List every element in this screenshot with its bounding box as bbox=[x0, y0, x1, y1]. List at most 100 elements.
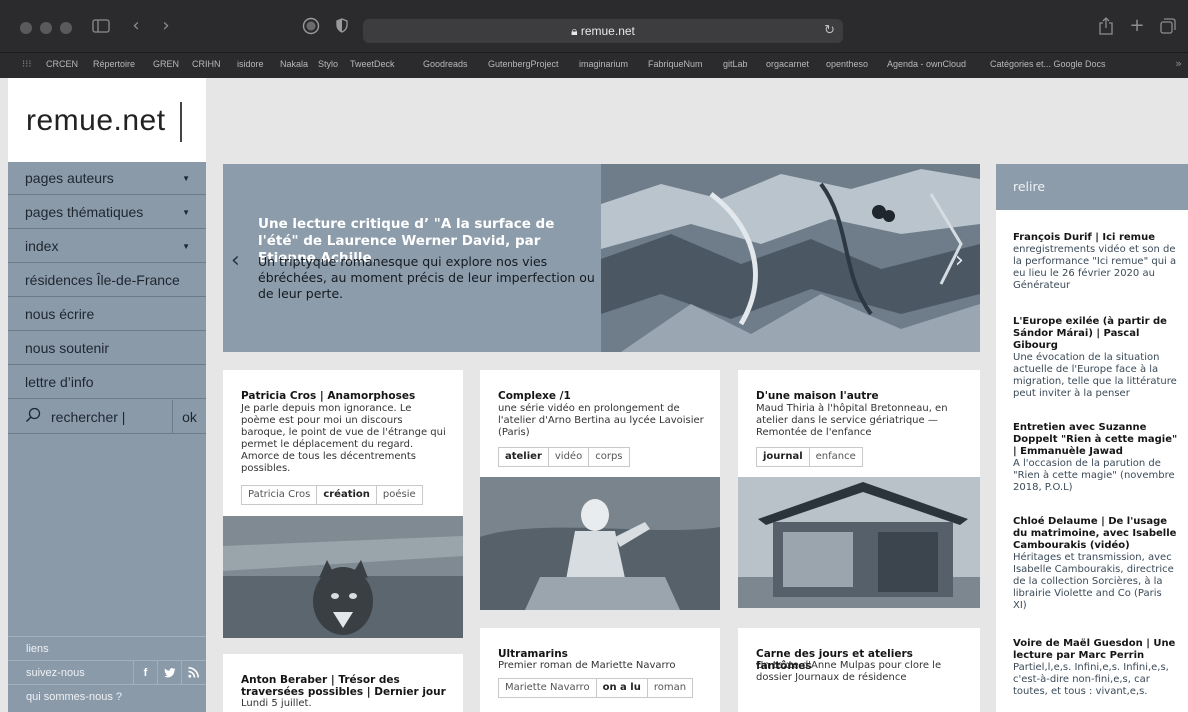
minimize-window-button[interactable] bbox=[40, 22, 52, 34]
nav-label: lettre d’info bbox=[25, 374, 94, 390]
bookmark-item[interactable]: GREN bbox=[153, 59, 179, 69]
search-input[interactable]: rechercher | bbox=[51, 400, 125, 434]
card-description: Un texte d'Anne Mulpas pour clore le dos… bbox=[756, 660, 942, 683]
slider-next-button[interactable]: › bbox=[955, 248, 964, 273]
footer-about[interactable]: qui sommes-nous ? bbox=[8, 684, 206, 708]
relire-item-title[interactable]: Chloé Delaume | De l'usage du matrimoine… bbox=[1013, 516, 1178, 552]
privacy-icon[interactable] bbox=[300, 14, 322, 38]
bookmark-item[interactable]: opentheso bbox=[826, 59, 868, 69]
article-card[interactable]: D'une maison l'autre Maud Thiria à l'hôp… bbox=[738, 370, 980, 608]
relire-item-title[interactable]: L'Europe exilée (à partir de Sándor Mára… bbox=[1013, 316, 1178, 352]
url-label: remue.net bbox=[580, 24, 635, 38]
tag-link[interactable]: journal bbox=[757, 448, 810, 466]
tag-link[interactable]: vidéo bbox=[549, 448, 590, 466]
relire-item[interactable]: François Durif | Ici remue enregistremen… bbox=[1013, 232, 1178, 292]
nav-pages-auteurs[interactable]: pages auteurs ▼ bbox=[8, 162, 206, 195]
article-card[interactable]: Patricia Cros | Anamorphoses Je parle de… bbox=[223, 370, 463, 638]
reload-icon[interactable]: ↻ bbox=[824, 19, 835, 43]
nav-pages-thematiques[interactable]: pages thématiques ▼ bbox=[8, 196, 206, 229]
tabs-icon[interactable] bbox=[1158, 14, 1178, 38]
relire-item[interactable]: Chloé Delaume | De l'usage du matrimoine… bbox=[1013, 516, 1178, 612]
nav-label: nous soutenir bbox=[25, 340, 110, 356]
nav-residences[interactable]: résidences Île-de-France bbox=[8, 264, 206, 297]
new-tab-icon[interactable]: + bbox=[1128, 14, 1146, 38]
bookmark-item[interactable]: gitLab bbox=[723, 59, 748, 69]
article-card[interactable]: Anton Beraber | Trésor des traversées po… bbox=[223, 654, 463, 712]
dropdown-arrow-icon: ▼ bbox=[182, 242, 190, 251]
article-card[interactable]: Ultramarins Premier roman de Mariette Na… bbox=[480, 628, 720, 712]
bookmark-item[interactable]: imaginarium bbox=[579, 59, 628, 69]
sidebar-icon[interactable] bbox=[90, 14, 112, 38]
relire-item-title[interactable]: Entretien avec Suzanne Doppelt "Rien à c… bbox=[1013, 422, 1178, 458]
card-title[interactable]: Anton Beraber | Trésor des traversées po… bbox=[241, 674, 449, 698]
bookmark-item[interactable]: FabriqueNum bbox=[648, 59, 703, 69]
relire-item-description: A l'occasion de la parution de "Rien à c… bbox=[1013, 458, 1175, 493]
hero-slider[interactable]: ‹ Une lecture critique d’ "A la surface … bbox=[223, 164, 980, 352]
browser-window: ‹ › 🔒︎ remue.net ↻ + ⁝⁝⁝ CRCEN Répertoir… bbox=[0, 0, 1188, 712]
bookmark-item[interactable]: isidore bbox=[237, 59, 264, 69]
relire-item-title[interactable]: Voire de Maël Guesdon | Une lecture par … bbox=[1013, 638, 1178, 662]
nav-nous-ecrire[interactable]: nous écrire bbox=[8, 298, 206, 331]
tag-link[interactable]: Mariette Navarro bbox=[499, 679, 597, 697]
tag-link[interactable]: atelier bbox=[499, 448, 549, 466]
back-icon[interactable]: ‹ bbox=[128, 14, 144, 38]
dropdown-arrow-icon: ▼ bbox=[182, 208, 190, 217]
card-title[interactable]: Patricia Cros | Anamorphoses bbox=[241, 390, 449, 402]
tag-link[interactable]: roman bbox=[648, 679, 692, 697]
address-bar[interactable]: 🔒︎ remue.net ↻ bbox=[363, 19, 843, 43]
facebook-icon[interactable]: f bbox=[133, 661, 157, 685]
card-description: une série vidéo en prolongement de l'ate… bbox=[498, 403, 704, 438]
share-icon[interactable] bbox=[1096, 14, 1116, 38]
card-title[interactable]: D'une maison l'autre bbox=[756, 390, 966, 402]
article-card[interactable]: Carne des jours et ateliers fantômes Un … bbox=[738, 628, 980, 712]
tag-link[interactable]: poésie bbox=[377, 486, 422, 504]
logo-cursor bbox=[180, 102, 182, 142]
bookmark-item[interactable]: CRIHN bbox=[192, 59, 221, 69]
article-card[interactable]: Complexe /1 une série vidéo en prolongem… bbox=[480, 370, 720, 610]
tag-link[interactable]: Patricia Cros bbox=[242, 486, 318, 504]
card-title[interactable]: Ultramarins bbox=[498, 648, 706, 660]
forward-icon[interactable]: › bbox=[158, 14, 174, 38]
search-icon bbox=[26, 407, 41, 422]
bookmark-item[interactable]: TweetDeck bbox=[350, 59, 395, 69]
tag-link[interactable]: on a lu bbox=[597, 679, 648, 697]
bookmark-item[interactable]: Stylo bbox=[318, 59, 338, 69]
nav-nous-soutenir[interactable]: nous soutenir bbox=[8, 332, 206, 365]
shield-icon[interactable] bbox=[334, 14, 350, 38]
search-submit-button[interactable]: ok bbox=[172, 400, 206, 434]
close-window-button[interactable] bbox=[20, 22, 32, 34]
card-tags: atelier vidéo corps bbox=[498, 447, 630, 467]
tag-link[interactable]: création bbox=[317, 486, 377, 504]
zoom-window-button[interactable] bbox=[60, 22, 72, 34]
card-title[interactable]: Complexe /1 bbox=[498, 390, 706, 402]
nav-lettre-info[interactable]: lettre d’info bbox=[8, 366, 206, 399]
grid-icon[interactable]: ⁝⁝⁝ bbox=[22, 59, 32, 70]
relire-item[interactable]: Entretien avec Suzanne Doppelt "Rien à c… bbox=[1013, 422, 1178, 494]
hero-painting-image bbox=[601, 164, 980, 352]
site-logo[interactable]: remue.net bbox=[8, 78, 206, 162]
bookmark-item[interactable]: GutenbergProject bbox=[488, 59, 559, 69]
bookmark-item[interactable]: Répertoire bbox=[93, 59, 135, 69]
bookmark-item[interactable]: Nakala bbox=[280, 59, 308, 69]
tag-link[interactable]: enfance bbox=[810, 448, 862, 466]
bookmark-item[interactable]: Goodreads bbox=[423, 59, 468, 69]
relire-item[interactable]: Voire de Maël Guesdon | Une lecture par … bbox=[1013, 638, 1178, 698]
bookmark-item[interactable]: CRCEN bbox=[46, 59, 78, 69]
relire-item-title[interactable]: François Durif | Ici remue bbox=[1013, 232, 1178, 244]
nav-index[interactable]: index ▼ bbox=[8, 230, 206, 263]
footer-links[interactable]: liens bbox=[8, 636, 206, 660]
more-bookmarks-icon[interactable]: » bbox=[1175, 57, 1182, 70]
card-tags: journal enfance bbox=[756, 447, 863, 467]
wooden-house-photo-image bbox=[738, 477, 980, 608]
relire-item[interactable]: L'Europe exilée (à partir de Sándor Mára… bbox=[1013, 316, 1178, 400]
tag-link[interactable]: corps bbox=[589, 448, 628, 466]
nav-label: pages auteurs bbox=[25, 170, 114, 186]
card-description: Lundi 5 juillet. bbox=[241, 698, 312, 709]
bookmark-item[interactable]: Agenda - ownCloud bbox=[887, 59, 966, 69]
rss-icon[interactable] bbox=[181, 661, 205, 685]
bookmark-item[interactable]: orgacarnet bbox=[766, 59, 809, 69]
twitter-icon[interactable] bbox=[157, 661, 181, 685]
bookmark-item[interactable]: Catégories et... Google Docs bbox=[990, 59, 1106, 69]
url-text: 🔒︎ remue.net bbox=[363, 19, 843, 43]
slider-prev-button[interactable]: ‹ bbox=[231, 248, 240, 273]
